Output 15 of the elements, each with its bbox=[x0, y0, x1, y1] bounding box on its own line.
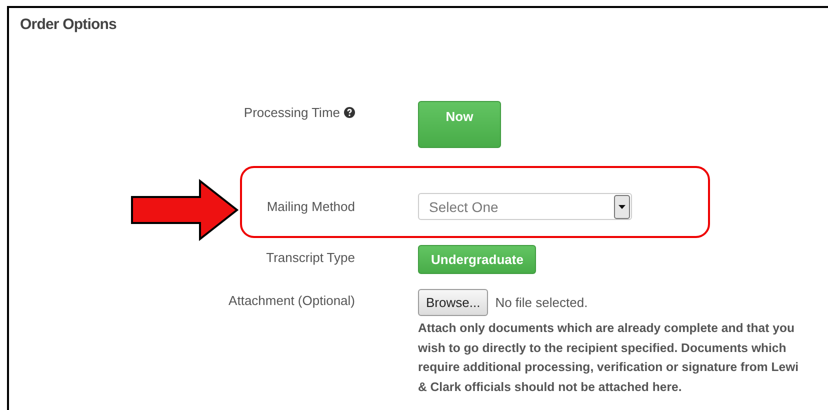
arrow-icon bbox=[130, 179, 240, 241]
browse-button[interactable]: Browse... bbox=[418, 289, 488, 316]
select-dropdown[interactable]: Select One bbox=[418, 193, 632, 220]
caret-icon[interactable] bbox=[614, 194, 630, 218]
field-label: Attachment (Optional) bbox=[228, 292, 355, 308]
field-label: Mailing Method bbox=[266, 198, 355, 214]
field-label: Processing Time bbox=[244, 104, 340, 120]
select-value: Select One bbox=[429, 198, 498, 214]
file-status: No file selected. bbox=[495, 295, 588, 310]
now-button[interactable]: Now bbox=[418, 101, 501, 148]
help-icon[interactable] bbox=[344, 106, 355, 118]
transcript-type-button[interactable]: Undergraduate bbox=[418, 245, 536, 274]
section-title: Order Options bbox=[19, 15, 116, 33]
attachment-note: Attach only documents which are already complete and that you wish to go directly to the recipient specified. Documents which require additional processing, verification or signature from Lewi & Clark officials should not be attached here. bbox=[418, 320, 800, 396]
field-label: Transcript Type bbox=[266, 250, 355, 264]
